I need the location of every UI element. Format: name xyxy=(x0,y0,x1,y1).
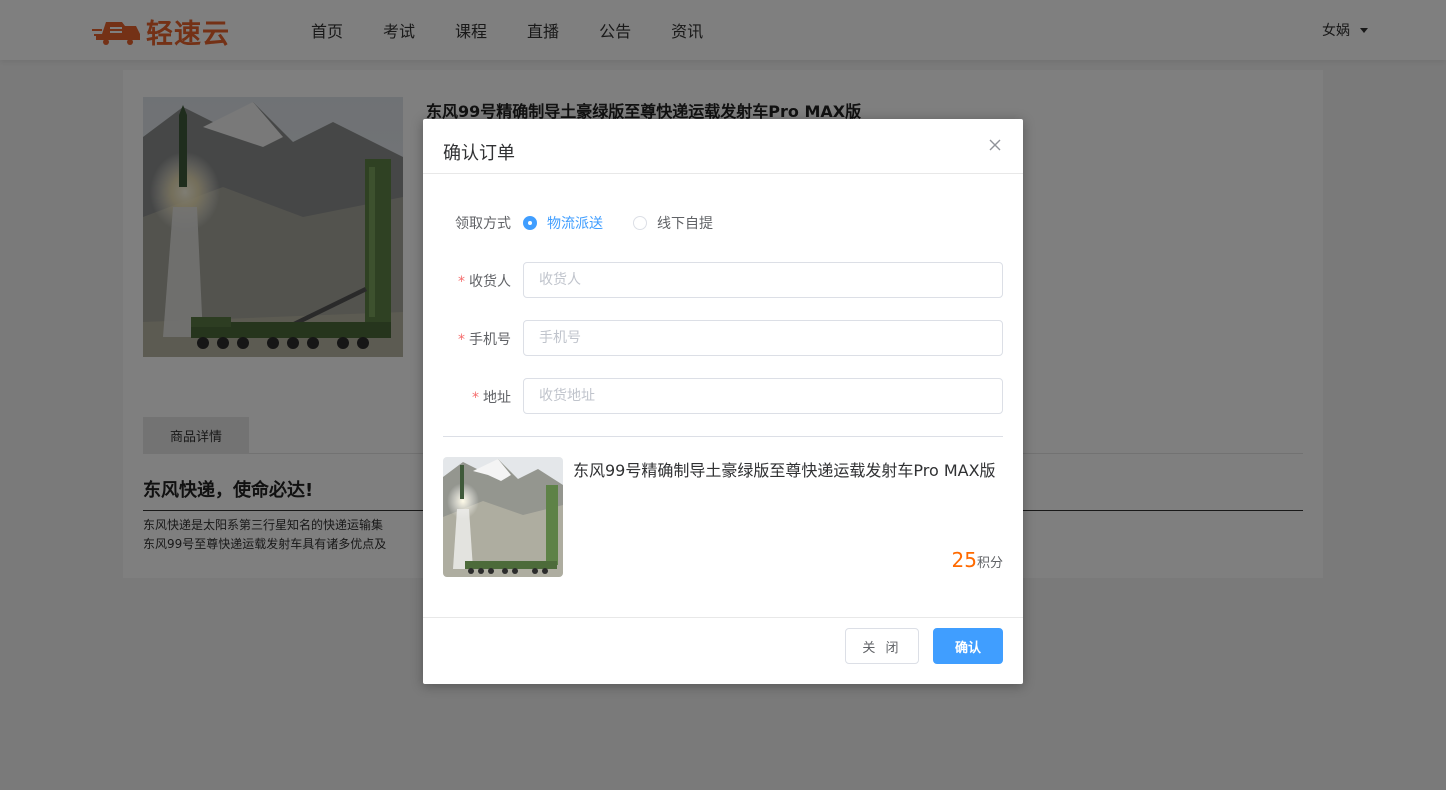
required-asterisk: * xyxy=(458,274,465,290)
confirm-order-dialog: 确认订单 领取方式 物流派送 线下自提 *收货人 *手机号 *地址 xyxy=(423,119,1023,684)
radio-self-pickup[interactable]: 线下自提 xyxy=(633,213,713,233)
field-label-text: 收货人 xyxy=(469,274,511,290)
confirm-button[interactable]: 确认 xyxy=(933,628,1003,664)
dialog-footer-divider xyxy=(423,617,1023,618)
receiver-label: * 收货人 xyxy=(423,271,511,291)
price-unit: 积分 xyxy=(976,556,1003,571)
address-input[interactable] xyxy=(523,378,1003,414)
delivery-method-label: 领取方式 xyxy=(455,216,511,232)
dialog-title: 确认订单 xyxy=(443,143,515,164)
phone-input[interactable] xyxy=(523,320,1003,356)
field-label-text: 地址 xyxy=(483,390,511,406)
required-asterisk: * xyxy=(458,332,465,348)
order-item-name: 东风99号精确制导土豪绿版至尊快递运载发射车Pro MAX版 xyxy=(573,461,996,480)
divider xyxy=(443,436,1003,437)
address-label: * 地址 xyxy=(423,387,511,407)
radio-logistics[interactable]: 物流派送 xyxy=(523,213,603,233)
close-button[interactable]: 关 闭 xyxy=(845,628,919,664)
order-item-image xyxy=(443,457,563,577)
radio-label: 物流派送 xyxy=(547,216,603,232)
price-value: 25 xyxy=(951,548,977,572)
order-item-price: 25 积分 xyxy=(952,548,1003,572)
required-asterisk: * xyxy=(472,390,479,406)
phone-label: * 手机号 xyxy=(423,329,511,349)
close-icon[interactable] xyxy=(987,137,1003,153)
radio-unchecked-icon xyxy=(633,216,647,230)
field-label-text: 手机号 xyxy=(469,332,511,348)
dialog-header: 确认订单 xyxy=(423,119,1023,174)
receiver-input[interactable] xyxy=(523,262,1003,298)
radio-checked-icon xyxy=(523,216,537,230)
radio-label: 线下自提 xyxy=(657,216,713,232)
